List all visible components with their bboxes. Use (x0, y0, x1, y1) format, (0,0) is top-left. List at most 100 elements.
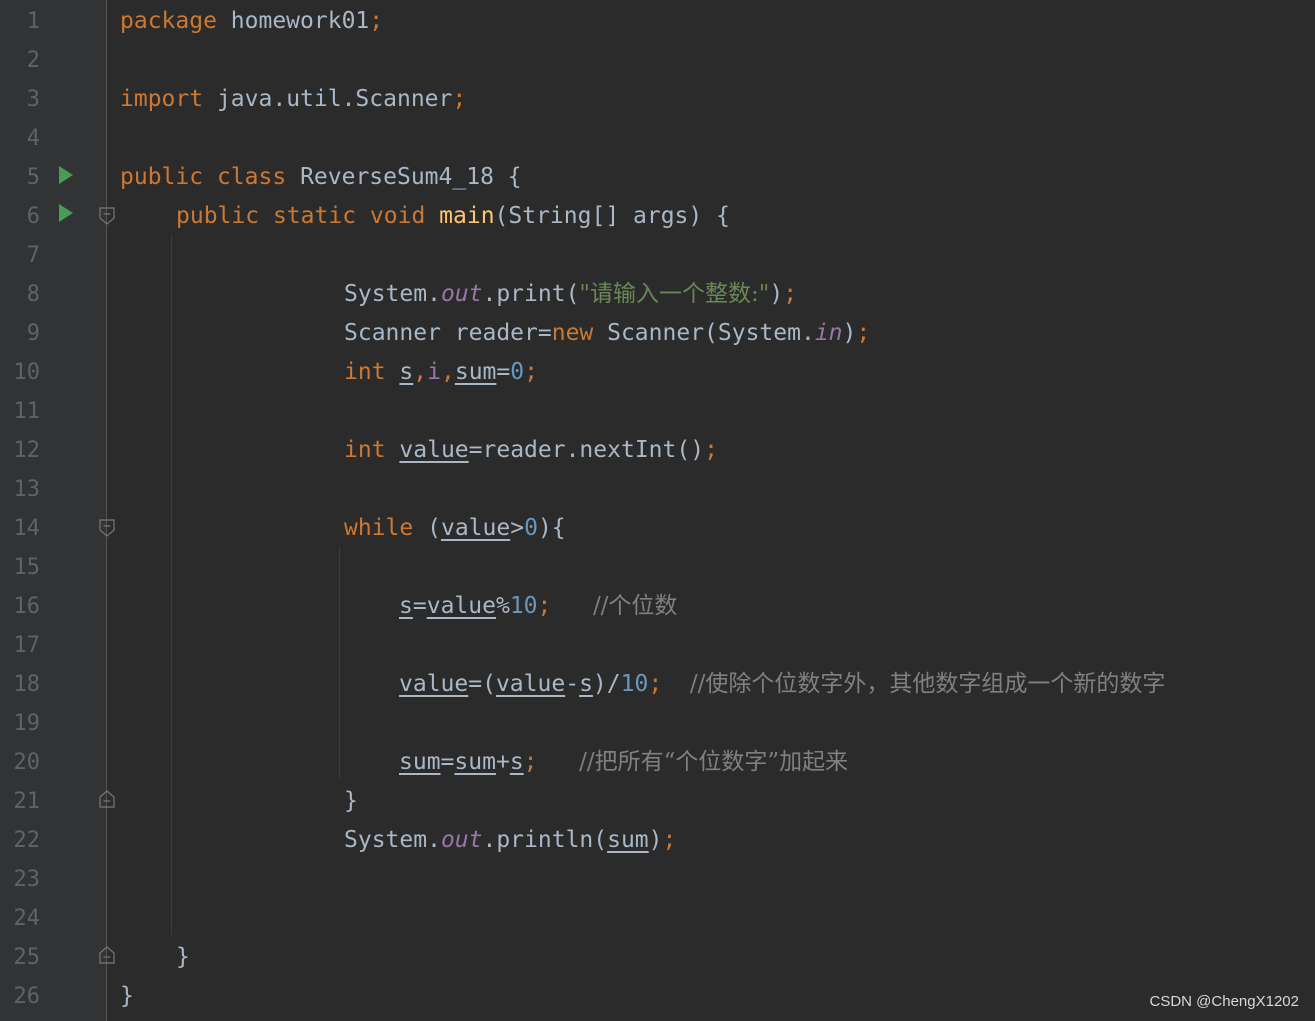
identifier: =reader.nextInt() (468, 437, 705, 463)
static-field: out (440, 827, 483, 853)
punct: ; (452, 86, 467, 112)
fold-icon[interactable] (99, 207, 115, 225)
keyword: new (551, 320, 594, 346)
code-line-3[interactable]: import java.util.Scanner; (120, 80, 466, 119)
line-number: 3 (26, 87, 40, 112)
line-number: 22 (13, 828, 41, 853)
line-number: 1 (26, 9, 40, 34)
fold-icon[interactable] (99, 519, 115, 537)
line-number: 7 (26, 243, 40, 268)
comment: //把所有“个位数字”加起来 (579, 749, 849, 775)
punct: ( (427, 515, 441, 541)
code-line-9[interactable]: Scanner reader=new Scanner(System.in); (344, 314, 870, 353)
identifier: homework01 (230, 8, 370, 34)
line-number: 19 (13, 711, 41, 736)
punct: } (176, 944, 190, 970)
code-line-22[interactable]: System.out.println(sum); (344, 821, 676, 860)
indent-guide (339, 547, 340, 778)
line-number: 18 (13, 672, 41, 697)
variable: value (399, 671, 469, 697)
code-editor[interactable]: 1 2 3 4 5 6 7 8 9 10 11 12 13 14 15 16 1… (0, 0, 1315, 1021)
identifier: Scanner reader= (344, 320, 552, 346)
params: (String[] args) { (494, 203, 730, 229)
number-literal: 0 (524, 515, 538, 541)
punct: ) (842, 320, 857, 346)
punct: ; (648, 671, 663, 697)
code-line-20[interactable]: sum=sum+s; //把所有“个位数字”加起来 (399, 743, 848, 782)
variable: value (495, 671, 566, 697)
code-line-5[interactable]: public class ReverseSum4_18 { (120, 158, 522, 197)
code-line-16[interactable]: s=value%10; //个位数 (399, 587, 677, 626)
keyword: package (120, 8, 217, 34)
line-number: 14 (13, 516, 41, 541)
variable: sum (607, 827, 649, 853)
punct: ; (523, 749, 538, 775)
code-line-12[interactable]: int value=reader.nextInt(); (344, 431, 718, 470)
line-number: 4 (26, 126, 40, 151)
punct: ; (524, 359, 538, 385)
run-class-icon[interactable] (59, 166, 73, 184)
line-number: 24 (13, 906, 41, 931)
variable: sum (454, 749, 496, 775)
variable: sum (399, 749, 441, 775)
variable: value (426, 593, 496, 619)
operator: > (510, 515, 525, 541)
code-line-26[interactable]: } (120, 977, 134, 1016)
code-line-1[interactable]: package homework01; (120, 2, 383, 41)
line-number: 17 (13, 633, 41, 658)
identifier: .print( (482, 281, 580, 307)
class-name: ReverseSum4_18 (300, 164, 494, 190)
line-number: 21 (13, 789, 41, 814)
punct: , (440, 359, 455, 385)
string-literal: "请输入一个整数:" (579, 281, 770, 307)
operator: = (496, 359, 511, 385)
indent-guide (171, 235, 172, 935)
variable: i (427, 359, 441, 385)
line-number: 9 (26, 321, 40, 346)
code-line-8[interactable]: System.out.print("请输入一个整数:"); (344, 275, 797, 314)
identifier: System. (344, 281, 441, 307)
code-line-10[interactable]: int s,i,sum=0; (344, 353, 538, 392)
punct: ; (537, 593, 552, 619)
operator: )/ (592, 671, 621, 697)
operator: + (495, 749, 510, 775)
fold-end-icon[interactable] (99, 790, 115, 808)
punct: } (344, 788, 358, 814)
keyword: public (120, 164, 204, 190)
comment: //个位数 (592, 593, 678, 619)
punct: ){ (537, 515, 566, 541)
number-literal: 0 (510, 359, 525, 385)
number-literal: 10 (509, 593, 538, 619)
operator: = (440, 749, 455, 775)
line-number: 12 (13, 438, 41, 463)
fold-end-icon[interactable] (99, 946, 115, 964)
line-number: 23 (13, 867, 41, 892)
line-number: 11 (13, 399, 41, 424)
code-line-25[interactable]: } (176, 938, 190, 977)
static-field: out (440, 281, 483, 307)
line-number: 25 (13, 945, 41, 970)
code-line-6[interactable]: public static void main(String[] args) { (176, 197, 730, 236)
operator: - (565, 671, 580, 697)
punct: ) (648, 827, 663, 853)
line-number: 2 (26, 48, 40, 73)
punct: ) (769, 281, 784, 307)
watermark: CSDN @ChengX1202 (1149, 993, 1299, 1010)
keyword: while (344, 515, 414, 541)
code-line-18[interactable]: value=(value-s)/10; //使除个位数字外，其他数字组成一个新的… (399, 665, 1165, 704)
keyword: class (216, 164, 287, 190)
line-number: 6 (26, 204, 40, 229)
identifier: Scanner(System. (593, 320, 815, 346)
variable: sum (454, 359, 497, 385)
keyword: public (176, 203, 260, 229)
line-number: 8 (26, 282, 40, 307)
punct: ; (662, 827, 677, 853)
identifier: .println( (482, 827, 608, 853)
code-line-21[interactable]: } (344, 782, 358, 821)
variable: value (399, 437, 469, 463)
run-main-icon[interactable] (59, 204, 73, 222)
variable: s (579, 671, 593, 697)
line-number: 26 (13, 984, 41, 1009)
code-line-14[interactable]: while (value>0){ (344, 509, 566, 548)
static-field: in (814, 320, 843, 346)
